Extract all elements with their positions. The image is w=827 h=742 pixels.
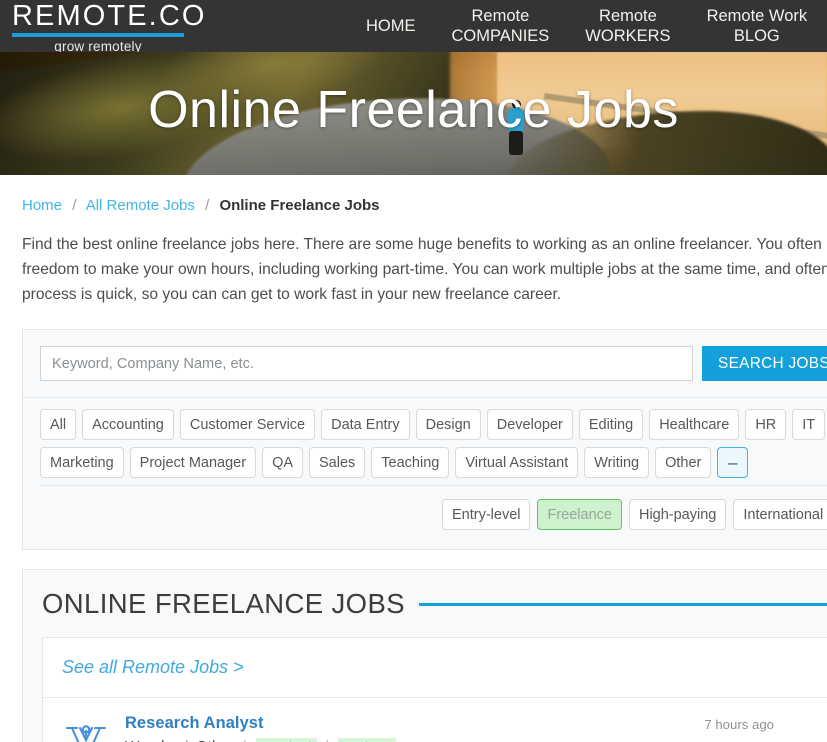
chip-sales[interactable]: Sales (309, 447, 366, 478)
job-details: Research Analyst Wonder | Other | Entry-… (125, 714, 704, 742)
chip-all[interactable]: All (40, 409, 77, 440)
nav-item-home-line1: HOME (366, 17, 416, 35)
search-row: SEARCH JOBS (23, 330, 827, 398)
nav-item-remote-companies-line2: COMPANIES (451, 27, 550, 45)
breadcrumb-link-home[interactable]: Home (22, 197, 62, 214)
nav-item-remote-work-blog-line2: BLOG (733, 27, 780, 45)
nav-item-remote-workers-line1: Remote (599, 7, 657, 25)
chip-design[interactable]: Design (415, 409, 481, 440)
chip-customer-service[interactable]: Customer Service (179, 409, 316, 440)
breadcrumb-link-all-remote-jobs[interactable]: All Remote Jobs (86, 197, 195, 214)
job-badge-entry-level: Entry-level (255, 738, 317, 742)
chip-writing[interactable]: Writing (584, 447, 650, 478)
chip-data-entry[interactable]: Data Entry (321, 409, 410, 440)
chip-accounting[interactable]: Accounting (82, 409, 174, 440)
category-filters: All Accounting Customer Service Data Ent… (23, 398, 827, 549)
tag-filters: Entry-level Freelance High-paying Intern… (40, 486, 827, 545)
brand-logo[interactable]: REMOTE.CO grow remotely (0, 0, 340, 52)
chip-developer[interactable]: Developer (486, 409, 573, 440)
nav-item-remote-companies[interactable]: Remote COMPANIES (434, 6, 568, 46)
chip-freelance[interactable]: Freelance (537, 499, 622, 530)
job-meta: Wonder | Other | Entry-level | Freelance (125, 738, 704, 742)
chip-teaching[interactable]: Teaching (371, 447, 450, 478)
brand-underline (12, 33, 184, 37)
nav-item-remote-work-blog[interactable]: Remote Work BLOG (689, 6, 826, 46)
wonder-w-logo-icon (65, 725, 107, 742)
company-logo-wonder (62, 716, 110, 742)
page-title: Online Freelance Jobs (148, 81, 679, 139)
chip-entry-level[interactable]: Entry-level (441, 499, 531, 530)
brand-name: REMOTE.CO (12, 0, 207, 32)
chip-editing[interactable]: Editing (578, 409, 644, 440)
chip-hr[interactable]: HR (745, 409, 787, 440)
job-badge-freelance: Freelance (338, 738, 397, 742)
brand-tagline: grow remotely (54, 39, 142, 52)
chip-project-manager[interactable]: Project Manager (129, 447, 257, 478)
nav-item-remote-workers[interactable]: Remote WORKERS (567, 6, 688, 46)
search-input[interactable] (40, 346, 693, 381)
jobs-section: ONLINE FREELANCE JOBS See all Remote Job… (22, 569, 827, 742)
chip-international[interactable]: International (733, 499, 827, 530)
chip-qa[interactable]: QA (262, 447, 304, 478)
nav-item-remote-workers-line2: WORKERS (585, 27, 671, 45)
nav-item-home[interactable]: HOME (348, 16, 434, 36)
breadcrumb-separator-1: / (72, 197, 77, 214)
search-jobs-button[interactable]: SEARCH JOBS (702, 346, 827, 381)
job-title-link[interactable]: Research Analyst (125, 714, 264, 732)
meta-separator-1: | (185, 738, 189, 742)
meta-separator-2: | (243, 738, 247, 742)
job-filter-panel: SEARCH JOBS All Accounting Customer Serv… (22, 329, 827, 550)
chip-it[interactable]: IT (792, 409, 826, 440)
chip-other[interactable]: Other (655, 447, 712, 478)
nav-item-remote-companies-line1: Remote (471, 7, 530, 25)
jobs-list-container: See all Remote Jobs > Research Analyst 7… (42, 637, 827, 742)
jobs-section-header: ONLINE FREELANCE JOBS (42, 588, 827, 620)
chip-healthcare[interactable]: Healthcare (649, 409, 740, 440)
hero-banner: Online Freelance Jobs (0, 52, 827, 175)
jobs-section-title: ONLINE FREELANCE JOBS (42, 588, 405, 619)
breadcrumb-separator-2: / (205, 197, 210, 214)
meta-separator-3: | (326, 738, 330, 742)
page-body: Home / All Remote Jobs / Online Freelanc… (0, 175, 827, 742)
see-all-row: See all Remote Jobs > (43, 638, 827, 698)
site-header: REMOTE.CO grow remotely HOME Remote COMP… (0, 0, 827, 52)
category-row-2: Marketing Project Manager QA Sales Teach… (40, 447, 827, 478)
main-navigation: HOME Remote COMPANIES Remote WORKERS Rem… (348, 0, 825, 52)
breadcrumb-current: Online Freelance Jobs (219, 197, 380, 214)
chip-high-paying[interactable]: High-paying (628, 499, 727, 530)
intro-paragraph: Find the best online freelance jobs here… (22, 236, 827, 303)
job-category: Other (196, 738, 234, 742)
collapse-categories-button[interactable]: – (717, 447, 749, 478)
jobs-title-rule (418, 602, 827, 606)
job-company: Wonder (125, 738, 178, 742)
see-all-remote-jobs-link[interactable]: See all Remote Jobs > (62, 657, 244, 677)
chip-marketing[interactable]: Marketing (40, 447, 124, 478)
nav-item-remote-work-blog-line1: Remote Work (706, 7, 808, 25)
category-row-1: All Accounting Customer Service Data Ent… (40, 409, 827, 440)
breadcrumb: Home / All Remote Jobs / Online Freelanc… (0, 175, 827, 214)
job-posted-age: 7 hours ago (704, 717, 774, 732)
job-listing-row[interactable]: Research Analyst Wonder | Other | Entry-… (43, 698, 827, 742)
chip-virtual-assistant[interactable]: Virtual Assistant (455, 447, 579, 478)
